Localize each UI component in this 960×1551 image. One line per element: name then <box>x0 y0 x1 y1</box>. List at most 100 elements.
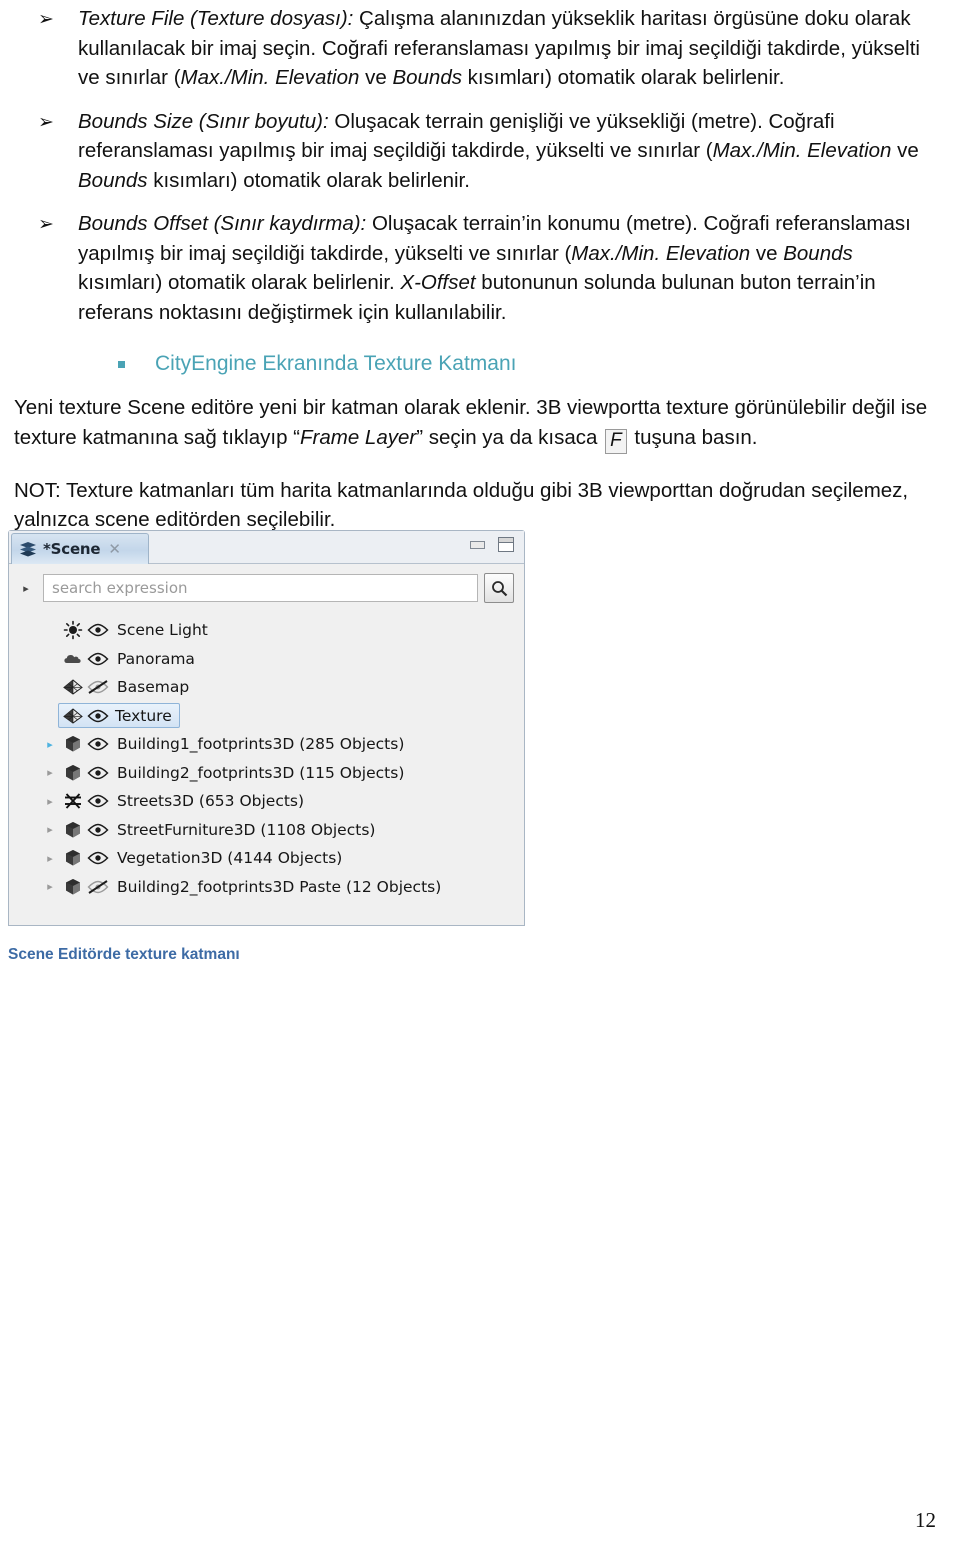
tree-row[interactable]: ▸ Vegetation3D (4144 Objects) <box>9 844 524 873</box>
page-number: 12 <box>915 1508 936 1532</box>
bullet-em-a: Max./Min. Elevation <box>712 139 892 162</box>
tree-row[interactable]: ▸Scene Light <box>9 616 524 645</box>
bullet-em-a: Max./Min. Elevation <box>180 66 360 89</box>
bullet-em-c: X-Offset <box>400 271 476 294</box>
panel-tabbar: *Scene ✕ <box>9 531 524 564</box>
bullet-term: Bounds Size (Sınır boyutu): <box>78 109 329 133</box>
tree-row-label: Scene Light <box>117 621 208 640</box>
search-button[interactable] <box>484 573 514 603</box>
selected-layer-highlight[interactable]: Texture <box>58 703 180 729</box>
tree-row[interactable]: ▸Texture <box>9 702 524 731</box>
eye-icon[interactable] <box>85 650 111 668</box>
minimize-icon[interactable] <box>470 540 485 549</box>
bullet-text: Bounds Offset (Sınır kaydırma): Oluşacak… <box>78 209 960 327</box>
tree-row[interactable]: ▸ Building2_footprints3D Paste (12 Object… <box>9 873 524 902</box>
maximize-icon[interactable] <box>498 537 514 552</box>
bullet-bounds-offset: ➢ Bounds Offset (Sınır kaydırma): Oluşac… <box>0 209 960 327</box>
eye-icon[interactable] <box>85 849 111 867</box>
search-input[interactable]: search expression <box>43 574 478 602</box>
cube-icon <box>61 762 85 784</box>
eye-icon[interactable] <box>85 792 111 810</box>
search-row: ▸ search expression <box>9 564 524 612</box>
streets-icon <box>61 790 85 812</box>
tree-row-label: Streets3D (653 Objects) <box>117 792 305 811</box>
cube-icon <box>61 876 85 898</box>
bullet-bounds-size: ➢ Bounds Size (Sınır boyutu): Oluşacak t… <box>0 107 960 196</box>
tree-row-label: Vegetation3D (4144 Objects) <box>117 849 343 868</box>
eye-icon[interactable] <box>85 821 111 839</box>
tree-row-label: StreetFurniture3D (1108 Objects) <box>117 820 376 839</box>
cube-icon <box>61 847 85 869</box>
keycap-f: F <box>605 428 627 454</box>
list-bullet-marker: ➢ <box>38 214 54 235</box>
eye-icon[interactable] <box>85 621 111 639</box>
expand-triangle-icon[interactable]: ▸ <box>39 880 61 893</box>
cube-icon <box>61 733 85 755</box>
figure-caption: Scene Editörde texture katmanı <box>8 946 240 963</box>
tree-row-label: Texture <box>115 706 172 725</box>
tree-row[interactable]: ▸ StreetFurniture3D (1108 Objects) <box>9 816 524 845</box>
list-bullet-marker: ➢ <box>38 9 54 30</box>
expand-triangle-icon[interactable]: ▸ <box>39 823 61 836</box>
bullet-texture-file: ➢ Texture File (Texture dosyası): Çalışm… <box>0 4 960 93</box>
bullet-text: Texture File (Texture dosyası): Çalışma … <box>78 4 960 93</box>
tree-row-label: Building2_footprints3D Paste (12 Objects… <box>117 877 442 896</box>
square-bullet-icon <box>118 361 125 368</box>
layers-stack-icon <box>19 541 37 557</box>
close-icon[interactable]: ✕ <box>108 540 121 558</box>
section-heading-label: CityEngine Ekranında Texture Katmanı <box>155 352 517 375</box>
eye-icon[interactable] <box>85 764 111 782</box>
list-bullet-marker: ➢ <box>38 111 54 133</box>
tree-row[interactable]: ▸ Building1_footprints3D (285 Objects) <box>9 730 524 759</box>
bullet-em-a: Max./Min. Elevation <box>571 241 751 265</box>
eye-icon[interactable] <box>85 735 111 753</box>
eye-off-icon[interactable] <box>85 878 111 896</box>
tree-row[interactable]: ▸Basemap <box>9 673 524 702</box>
tab-scene[interactable]: *Scene ✕ <box>11 533 149 564</box>
scene-layer-tree[interactable]: ▸Scene Light▸Panorama▸Basemap▸Texture▸Bu… <box>9 612 524 912</box>
bullet-text-c: kısımları) otomatik olarak belirlenir. <box>461 66 785 89</box>
bullet-text-c: kısımları) otomatik olarak belirlenir. <box>147 168 470 192</box>
bullet-text-c: kısımları) otomatik olarak belirlenir. <box>78 271 401 294</box>
window-controls <box>470 537 514 552</box>
section-heading-cityengine: CityEngine Ekranında Texture Katmanı <box>0 349 960 379</box>
tree-row[interactable]: ▸ Building2_footprints3D (115 Objects) <box>9 759 524 788</box>
bullet-em-b: Bounds <box>783 241 853 265</box>
tree-row-label: Panorama <box>117 649 195 668</box>
tree-row-label: Building2_footprints3D (115 Objects) <box>117 763 405 782</box>
expand-triangle-icon[interactable]: ▸ <box>39 738 61 751</box>
sun-icon <box>61 619 85 641</box>
terrain-icon <box>61 676 85 698</box>
bullet-text-b: ve <box>359 66 393 89</box>
terrain-icon <box>61 705 85 727</box>
tab-scene-label: *Scene <box>43 540 101 558</box>
paragraph-note: NOT: Texture katmanları tüm harita katma… <box>14 478 909 532</box>
expand-triangle-icon[interactable]: ▸ <box>39 795 61 808</box>
paragraph-frame-layer: Yeni texture Scene editöre yeni bir katm… <box>0 393 960 454</box>
paragraph-em-frame-layer: Frame Layer <box>300 425 417 449</box>
bullet-em-b: Bounds <box>78 168 148 192</box>
bullet-text-b: ve <box>891 139 919 162</box>
paragraph-part-b: ” seçin ya da kısaca <box>416 425 604 449</box>
tree-row[interactable]: ▸Panorama <box>9 645 524 674</box>
expand-triangle-icon[interactable]: ▸ <box>39 852 61 865</box>
eye-off-icon[interactable] <box>85 678 111 696</box>
bullet-term: Texture File (Texture dosyası): <box>78 7 354 30</box>
bullet-text: Bounds Size (Sınır boyutu): Oluşacak ter… <box>78 107 960 196</box>
tree-row[interactable]: ▸ Streets3D (653 Objects) <box>9 787 524 816</box>
expand-triangle-icon[interactable]: ▸ <box>39 766 61 779</box>
cube-icon <box>61 819 85 841</box>
bullet-em-b: Bounds <box>392 66 462 89</box>
bullet-text-b: ve <box>750 241 784 265</box>
tree-row-label: Basemap <box>117 678 190 697</box>
chevron-right-icon[interactable]: ▸ <box>15 582 37 595</box>
eye-icon[interactable] <box>85 707 111 725</box>
document-body: ➢ Texture File (Texture dosyası): Çalışm… <box>0 0 960 535</box>
search-icon <box>491 580 507 596</box>
cloud-icon <box>61 648 85 670</box>
